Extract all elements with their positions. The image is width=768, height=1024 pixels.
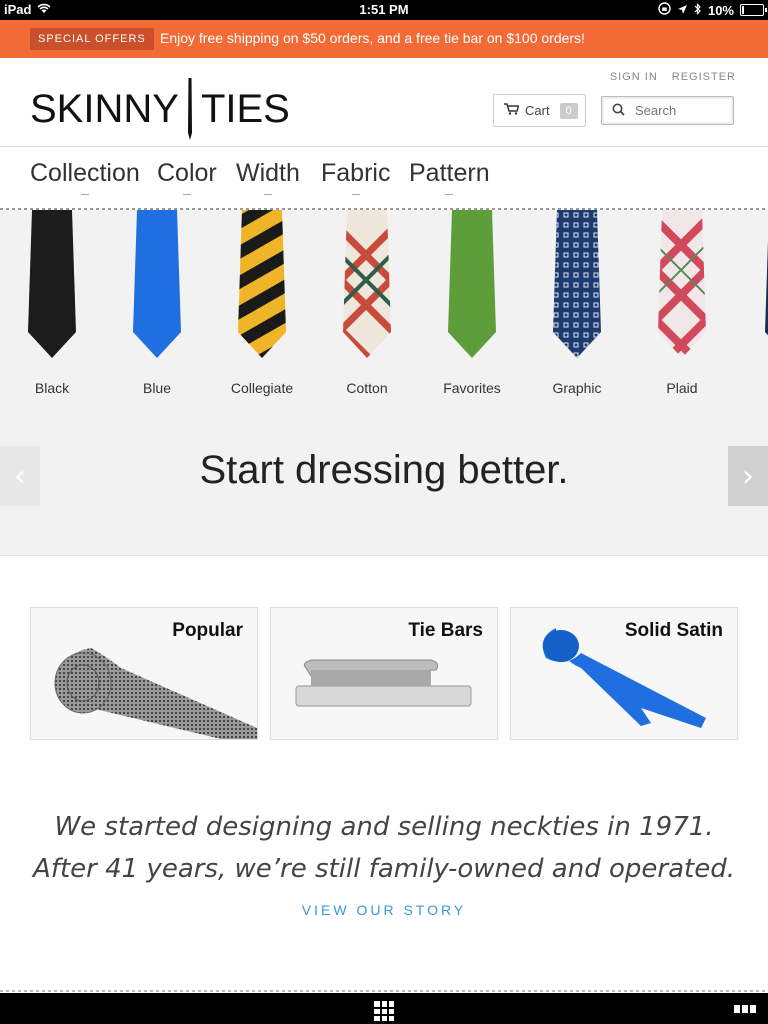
card-tie-bars[interactable]: Tie Bars bbox=[270, 607, 498, 740]
search-icon bbox=[612, 101, 625, 120]
tab-width[interactable]: Width bbox=[236, 159, 300, 195]
view-story-link[interactable]: VIEW OUR STORY bbox=[0, 902, 768, 918]
tie-carousel: Black Blue Collegiate Cotton Favorites G… bbox=[0, 210, 768, 556]
status-bar: iPad 1:51 PM 10% bbox=[0, 0, 768, 20]
site-header: SKINNY TIES SIGN IN REGISTER Cart 0 bbox=[0, 58, 768, 147]
register-link[interactable]: REGISTER bbox=[672, 71, 736, 83]
chevron-down-icon bbox=[263, 194, 272, 195]
story-line-1: We started designing and selling necktie… bbox=[54, 812, 714, 842]
category-cards: Popular Tie Bars Solid Satin bbox=[30, 607, 738, 740]
carousel-next-button[interactable]: › bbox=[728, 446, 768, 506]
tab-pattern[interactable]: Pattern bbox=[409, 159, 490, 195]
card-title: Tie Bars bbox=[408, 620, 483, 641]
tie-label: Favorites bbox=[443, 380, 501, 396]
card-solid-satin[interactable]: Solid Satin bbox=[510, 607, 738, 740]
tie-item-black[interactable]: Black bbox=[2, 210, 102, 396]
promo-banner[interactable]: SPECIAL OFFERS Enjoy free shipping on $5… bbox=[0, 20, 768, 58]
tab-fabric[interactable]: Fabric bbox=[321, 159, 390, 195]
tie-image bbox=[343, 210, 391, 358]
tie-label: Cotton bbox=[346, 380, 388, 396]
chevron-right-icon: › bbox=[742, 458, 754, 494]
chevron-down-icon bbox=[351, 194, 360, 195]
tie-item-graphic[interactable]: Graphic bbox=[527, 210, 627, 396]
tie-image bbox=[765, 240, 768, 336]
battery-icon bbox=[740, 4, 767, 16]
tab-label: Fabric bbox=[321, 159, 391, 187]
tie-item-favorites[interactable]: Favorites bbox=[422, 210, 522, 396]
tie-label: Plaid bbox=[666, 380, 698, 396]
battery-percent: 10% bbox=[707, 2, 734, 18]
hero-headline: Start dressing better. bbox=[199, 448, 569, 492]
tie-label: Graphic bbox=[552, 380, 602, 396]
tie-item-cotton[interactable]: Cotton bbox=[317, 210, 417, 396]
card-title: Popular bbox=[172, 620, 243, 641]
card-popular[interactable]: Popular bbox=[30, 607, 258, 740]
logo-text-right: TIES bbox=[200, 86, 290, 131]
tie-item-collegiate[interactable]: Collegiate bbox=[212, 210, 312, 396]
tie-image bbox=[448, 210, 496, 358]
divider bbox=[0, 990, 768, 992]
chevron-down-icon bbox=[182, 194, 191, 195]
promo-message: Enjoy free shipping on $50 orders, and a… bbox=[160, 30, 585, 46]
tie-image bbox=[553, 210, 601, 358]
card-title: Solid Satin bbox=[624, 620, 723, 641]
tie-label: Collegiate bbox=[230, 380, 294, 396]
category-nav: Collection Color Width Fabric Pattern bbox=[0, 147, 768, 209]
tie-item-blue[interactable]: Blue bbox=[107, 210, 207, 396]
account-links: SIGN IN REGISTER bbox=[610, 71, 736, 83]
tab-label: Pattern bbox=[409, 159, 490, 187]
chevron-down-icon bbox=[445, 194, 454, 195]
tab-label: Collection bbox=[30, 159, 140, 187]
tie-item-plaid[interactable]: Plaid bbox=[632, 210, 732, 396]
tab-color[interactable]: Color bbox=[157, 159, 217, 195]
rotation-lock-icon bbox=[658, 2, 671, 18]
chevron-down-icon bbox=[80, 194, 89, 195]
location-icon bbox=[677, 3, 688, 18]
tie-image bbox=[28, 210, 76, 358]
cart-icon bbox=[504, 103, 520, 118]
story-line-2: After 41 years, we’re still family-owned… bbox=[33, 854, 735, 884]
tie-image bbox=[658, 210, 706, 358]
sign-in-link[interactable]: SIGN IN bbox=[610, 71, 658, 83]
browser-toolbar bbox=[0, 993, 768, 1024]
battery-fill bbox=[742, 6, 744, 14]
tab-label: Width bbox=[236, 159, 300, 187]
tabs-icon[interactable] bbox=[734, 1005, 756, 1013]
tab-collection[interactable]: Collection bbox=[30, 159, 140, 195]
tie-label: Black bbox=[34, 380, 70, 396]
tie-item-partial[interactable] bbox=[737, 210, 768, 358]
tab-label: Color bbox=[157, 159, 217, 187]
bluetooth-icon bbox=[694, 2, 702, 18]
cart-label: Cart bbox=[525, 103, 550, 118]
logo[interactable]: SKINNY TIES bbox=[30, 78, 290, 140]
cart-count-badge: 0 bbox=[559, 102, 578, 119]
story-section: We started designing and selling necktie… bbox=[0, 806, 768, 918]
special-offers-badge[interactable]: SPECIAL OFFERS bbox=[30, 28, 154, 50]
search-box[interactable] bbox=[601, 96, 734, 125]
search-input[interactable] bbox=[633, 102, 727, 119]
bookmarks-grid-icon[interactable] bbox=[374, 1001, 394, 1021]
status-time: 1:51 PM bbox=[359, 2, 409, 17]
tie-image bbox=[238, 210, 286, 358]
tie-image bbox=[133, 210, 181, 358]
logo-tie-icon bbox=[187, 78, 193, 140]
logo-text-left: SKINNY bbox=[30, 86, 179, 131]
cart-button[interactable]: Cart 0 bbox=[493, 94, 586, 127]
tie-label: Blue bbox=[142, 380, 172, 396]
